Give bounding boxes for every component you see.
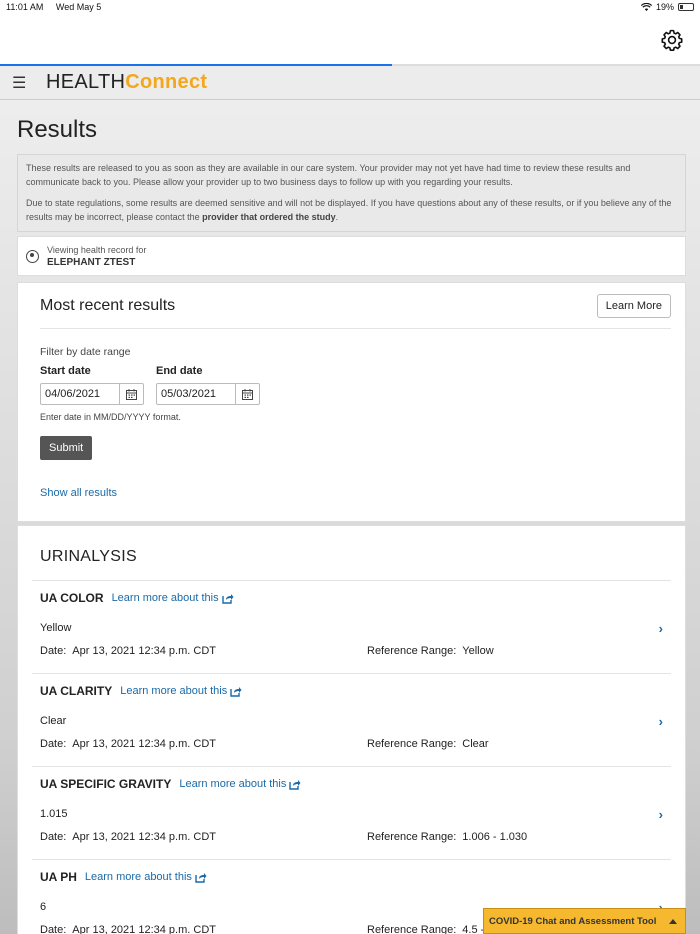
status-date: Wed May 5 [55,2,102,12]
battery-percent: 19% [655,2,674,12]
learn-more-link[interactable]: Learn more about this [85,871,192,883]
status-bar: 11:01 AM Wed May 5 19% [0,0,700,14]
notice-paragraph-1: These results are released to you as soo… [26,163,631,187]
start-date-label: Start date [40,365,91,377]
result-name: UA SPECIFIC GRAVITY [40,777,172,791]
learn-more-link[interactable]: Learn more about this [112,592,219,604]
reference-range-label: Reference Range: [367,924,457,934]
user-circle-icon [26,249,39,263]
healthconnect-logo[interactable]: HEALTHConnect [46,71,207,94]
hamburger-menu-icon[interactable]: ☰ [12,73,34,93]
external-link-icon[interactable] [221,593,234,604]
gear-icon[interactable] [660,28,684,52]
result-value: Yellow [40,622,72,634]
submit-button[interactable]: Submit [40,436,93,460]
external-link-icon[interactable] [230,686,242,697]
filter-label: Filter by date range [40,346,131,358]
result-name: UA PH [40,870,77,884]
calendar-icon[interactable] [235,384,259,404]
result-row[interactable]: UA COLOR Learn more about this Yellow › Date… [32,581,671,674]
date-label: Date: [40,738,67,750]
start-date-value[interactable]: 04/06/2021 [41,388,119,400]
page-load-progress [0,64,700,66]
end-date-label: End date [156,365,203,377]
result-date: Apr 13, 2021 12:34 p.m. CDT [72,831,216,843]
reference-range-label: Reference Range: [367,645,457,657]
chevron-right-icon[interactable]: › [659,714,663,729]
page-title: Results [17,116,98,143]
reference-range-value: 1.006 - 1.030 [462,831,528,843]
date-label: Date: [40,831,67,843]
urinalysis-title: URINALYSIS [32,526,671,581]
chevron-right-icon[interactable]: › [659,807,663,822]
show-all-results-link[interactable]: Show all results [40,487,671,499]
urinalysis-section: URINALYSIS UA COLOR Learn more about this… [17,525,686,934]
learn-more-button[interactable]: Learn More [596,293,671,318]
wifi-icon [640,3,652,11]
app-header: ☰ HEALTHConnect [0,66,700,100]
most-recent-results-card: Most recent results Learn More Filter by… [17,282,686,522]
end-date-value[interactable]: 05/03/2021 [157,388,235,400]
result-date: Apr 13, 2021 12:34 p.m. CDT [72,924,216,934]
result-name: UA CLARITY [40,684,113,698]
learn-more-link[interactable]: Learn more about this [120,685,227,697]
external-link-icon[interactable] [195,872,207,883]
external-link-icon[interactable] [289,779,301,790]
caret-up-icon[interactable] [669,918,677,924]
result-date: Apr 13, 2021 12:34 p.m. CDT [72,738,216,750]
result-value: 1.015 [40,808,68,820]
result-name: UA COLOR [40,591,104,605]
provider-emphasis: provider that ordered the study [202,211,336,222]
battery-icon [678,3,694,11]
date-format-hint: Enter date in MM/DD/YYYY format. [40,412,181,422]
result-value: Clear [40,715,67,727]
reference-range-label: Reference Range: [367,738,457,750]
reference-range-label: Reference Range: [367,831,457,843]
status-time: 11:01 AM [6,2,44,12]
date-label: Date: [40,645,67,657]
start-date-input[interactable]: 04/06/2021 [40,383,144,405]
result-date: Apr 13, 2021 12:34 p.m. CDT [72,645,216,657]
result-row[interactable]: UA CLARITY Learn more about this Clear › Dat… [32,674,671,767]
notice-paragraph-2: Due to state regulations, some results a… [26,198,672,222]
reference-range-value: Yellow [462,645,494,657]
result-row[interactable]: UA SPECIFIC GRAVITY Learn more about this… [32,767,671,860]
results-notice: These results are released to you as soo… [17,154,686,232]
top-bar [0,14,700,64]
viewing-label: Viewing health record for [47,244,147,255]
date-label: Date: [40,924,67,934]
learn-more-link[interactable]: Learn more about this [179,778,286,790]
patient-name: ELEPHANT ZTEST [47,256,136,268]
most-recent-title: Most recent results [40,296,176,314]
reference-range-value: Clear [462,738,489,750]
health-record-selector: Viewing health record for ELEPHANT ZTEST [17,236,686,276]
end-date-input[interactable]: 05/03/2021 [156,383,260,405]
covid-tool-label[interactable]: COVID-19 Chat and Assessment Tool [489,916,656,927]
chevron-right-icon[interactable]: › [659,621,663,636]
calendar-icon[interactable] [119,384,143,404]
covid-chat-tool-button[interactable]: COVID-19 Chat and Assessment Tool [483,908,686,934]
